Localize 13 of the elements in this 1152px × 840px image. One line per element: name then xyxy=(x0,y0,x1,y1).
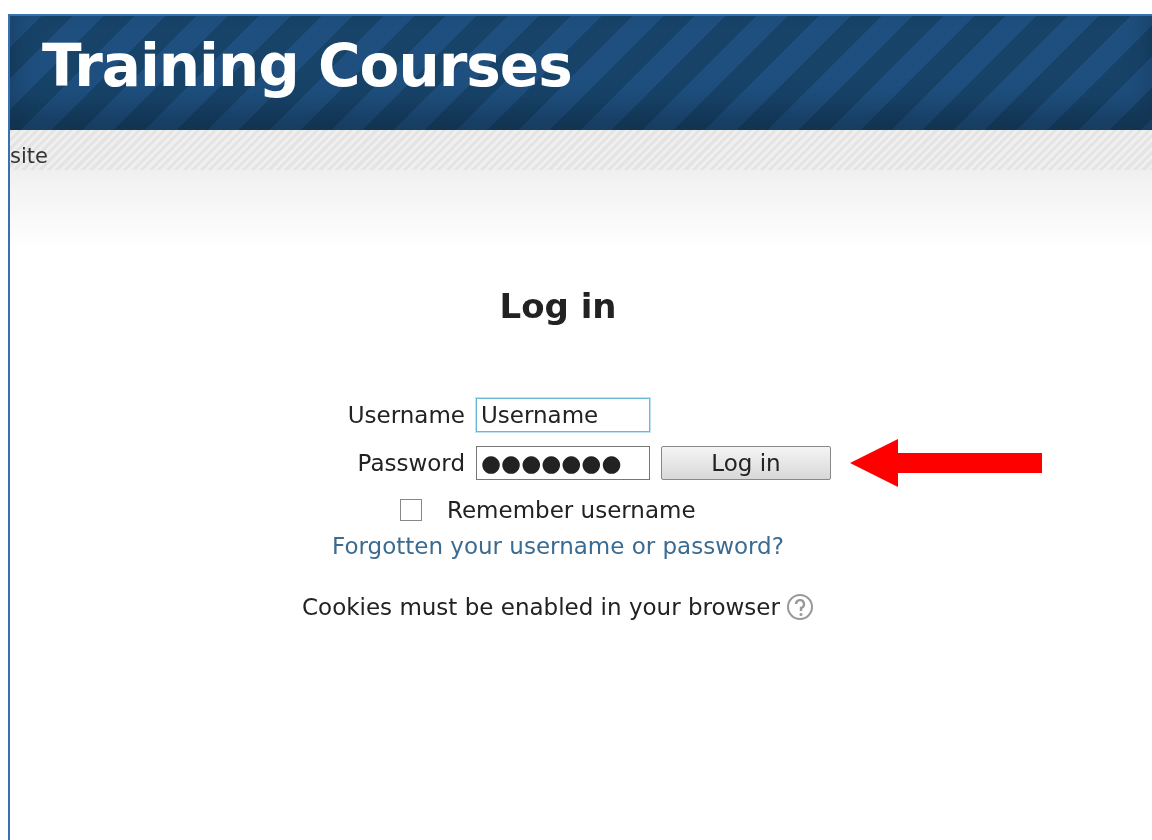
breadcrumb[interactable]: site xyxy=(10,144,48,168)
help-icon[interactable] xyxy=(785,593,814,621)
input-field[interactable]: ●●●●●●● xyxy=(476,446,650,480)
input-field[interactable]: Username xyxy=(476,398,650,432)
cookies-note: Cookies must be enabled in your browser xyxy=(302,594,780,620)
checkbox[interactable] xyxy=(400,499,422,521)
field-label: Password xyxy=(356,450,465,476)
checkbox-label[interactable]: Remember username xyxy=(447,497,696,523)
login-button[interactable]: Log in xyxy=(661,446,831,480)
forgot-link[interactable]: Forgotten your username or password? xyxy=(332,533,784,559)
field-label: Username xyxy=(346,402,465,428)
page-heading: Log in xyxy=(498,286,618,326)
site-title[interactable]: Training Courses xyxy=(42,28,572,104)
